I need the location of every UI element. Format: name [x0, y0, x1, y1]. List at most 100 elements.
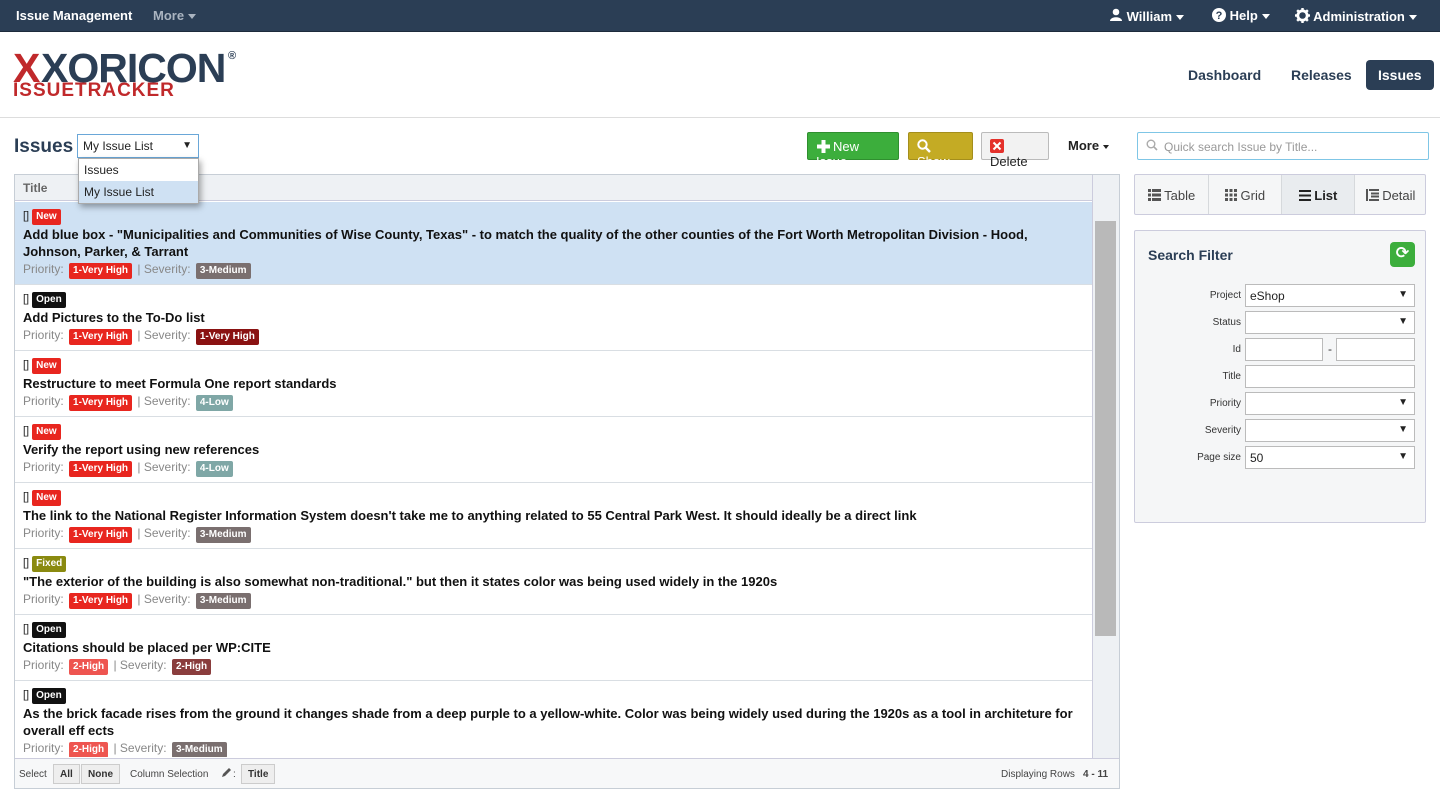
issue-title[interactable]: As the brick facade rises from the groun…: [23, 705, 1085, 739]
tab-detail[interactable]: Detail: [1355, 175, 1426, 214]
dropdown-arrow-icon: ▼: [1398, 424, 1408, 435]
tab-list[interactable]: List: [1282, 175, 1355, 214]
issue-title[interactable]: Add Pictures to the To-Do list: [23, 309, 1085, 326]
severity-label: Severity: [1204, 425, 1241, 436]
priority-label: Priority:: [23, 526, 64, 540]
show-button[interactable]: Show: [908, 132, 973, 169]
issue-title[interactable]: Citations should be placed per WP:CITE: [23, 639, 1085, 656]
administration-menu[interactable]: Administration: [1295, 8, 1417, 24]
xoricon-logo[interactable]: X XORICON ® ISSUETRACKER: [13, 48, 243, 104]
issue-row[interactable]: [] New Verify the report using new referen…: [15, 417, 1093, 483]
issue-row[interactable]: [] New Restructure to meet Formula One rep…: [15, 351, 1093, 417]
scrollbar-thumb[interactable]: [1095, 221, 1116, 636]
priority-label: Priority:: [23, 460, 64, 474]
quick-search-input[interactable]: Quick search Issue by Title...: [1137, 132, 1429, 160]
dropdown-arrow-icon: ▼: [1398, 289, 1408, 300]
vertical-scrollbar[interactable]: [1092, 175, 1119, 758]
priority-badge: 1-Very High: [69, 263, 133, 279]
issue-row[interactable]: [] New The link to the National Register I…: [15, 483, 1093, 549]
user-menu[interactable]: William: [1109, 8, 1185, 24]
severity-badge: 3-Medium: [195, 593, 251, 609]
displaying-rows-label: Displaying Rows: [1001, 769, 1075, 780]
delete-x-icon: [990, 139, 1004, 154]
severity-label: Severity:: [143, 526, 191, 540]
id-from-input[interactable]: [1245, 338, 1323, 361]
severity-badge: 2-High: [171, 659, 212, 675]
severity-label: Severity:: [143, 592, 191, 606]
new-issue-button[interactable]: New Issue: [807, 132, 899, 169]
help-menu[interactable]: ? Help: [1212, 8, 1270, 23]
row-checkbox[interactable]: []: [23, 491, 29, 503]
select-all-button[interactable]: All: [53, 764, 80, 784]
project-select[interactable]: eShop ▼: [1245, 284, 1415, 307]
tab-grid-label: Grid: [1240, 188, 1266, 203]
tab-grid[interactable]: Grid: [1209, 175, 1282, 214]
delete-button[interactable]: Delete: [981, 132, 1049, 169]
status-select[interactable]: ▼: [1245, 311, 1415, 334]
row-checkbox[interactable]: []: [23, 293, 29, 305]
issue-title[interactable]: "The exterior of the building is also so…: [23, 573, 1085, 590]
issue-row[interactable]: [] Open Add Pictures to the To-Do list Prio…: [15, 285, 1093, 351]
top-more-menu[interactable]: More: [153, 8, 197, 23]
toolbar-more-label: More: [1068, 138, 1100, 153]
grid-footer: Select All None Column Selection : Title…: [15, 758, 1119, 788]
toolbar-more-menu[interactable]: More: [1068, 138, 1110, 153]
severity-label: Severity:: [143, 328, 191, 342]
dropdown-arrow-icon: ▼: [1398, 451, 1408, 462]
dropdown-arrow-icon: ▼: [182, 140, 192, 151]
priority-label: Priority: [1209, 398, 1241, 409]
id-to-input[interactable]: [1336, 338, 1415, 361]
detail-icon: [1365, 188, 1379, 203]
title-input[interactable]: [1245, 365, 1415, 388]
help-label: Help: [1229, 8, 1258, 23]
priority-label: Priority:: [23, 262, 64, 276]
top-more-label: More: [153, 8, 185, 23]
id-range-separator: -: [1328, 342, 1332, 356]
project-label: Project: [1209, 290, 1241, 301]
issue-row[interactable]: [] Open Citations should be placed per WP:…: [15, 615, 1093, 681]
priority-select[interactable]: ▼: [1245, 392, 1415, 415]
nav-releases[interactable]: Releases: [1279, 60, 1364, 90]
priority-badge: 1-Very High: [69, 527, 133, 543]
column-selection-label: Column Selection: [130, 769, 209, 780]
issue-title[interactable]: The link to the National Register Inform…: [23, 507, 1085, 524]
refresh-icon[interactable]: ⟳: [1390, 242, 1415, 267]
row-checkbox[interactable]: []: [23, 623, 29, 635]
help-icon: ?: [1212, 8, 1230, 23]
header: X XORICON ® ISSUETRACKER Dashboard Relea…: [0, 32, 1440, 118]
nav-dashboard[interactable]: Dashboard: [1176, 60, 1273, 90]
nav-issues[interactable]: Issues: [1366, 60, 1434, 90]
row-checkbox[interactable]: []: [23, 359, 29, 371]
priority-badge: 2-High: [69, 659, 109, 675]
chevron-down-icon: [1408, 15, 1417, 21]
row-checkbox[interactable]: []: [23, 557, 29, 569]
severity-label: Severity:: [119, 658, 167, 672]
severity-label: Severity:: [119, 741, 167, 755]
issues-list: [] New Add blue box - "Municipalities and …: [15, 202, 1093, 757]
tab-table[interactable]: Table: [1135, 175, 1209, 214]
issue-title[interactable]: Verify the report using new references: [23, 441, 1085, 458]
row-checkbox[interactable]: []: [23, 210, 29, 222]
list-icon: [1298, 188, 1311, 203]
pencil-icon[interactable]: [221, 767, 232, 781]
view-option-issues[interactable]: Issues: [79, 159, 198, 181]
severity-select[interactable]: ▼: [1245, 419, 1415, 442]
title-label: Title: [1222, 371, 1241, 382]
row-checkbox[interactable]: []: [23, 689, 29, 701]
page-title: Issues: [14, 136, 74, 157]
issue-title[interactable]: Restructure to meet Formula One report s…: [23, 375, 1085, 392]
page-size-select[interactable]: 50 ▼: [1245, 446, 1415, 469]
row-checkbox[interactable]: []: [23, 425, 29, 437]
status-badge: Fixed: [32, 556, 67, 572]
issue-row[interactable]: [] Fixed "The exterior of the building is …: [15, 549, 1093, 615]
issue-row[interactable]: [] Open As the brick facade rises from the…: [15, 681, 1093, 757]
issue-row[interactable]: [] New Add blue box - "Municipalities and …: [15, 202, 1093, 285]
issue-title[interactable]: Add blue box - "Municipalities and Commu…: [23, 226, 1085, 260]
search-filter-title: Search Filter: [1148, 247, 1233, 263]
view-select[interactable]: My Issue List ▼: [77, 134, 199, 158]
view-option-my-issue-list[interactable]: My Issue List: [79, 181, 198, 203]
app-menu-issue-management[interactable]: Issue Management: [16, 8, 132, 23]
column-chip-title[interactable]: Title: [241, 764, 276, 784]
select-none-button[interactable]: None: [81, 764, 120, 784]
severity-badge: 4-Low: [195, 461, 233, 477]
